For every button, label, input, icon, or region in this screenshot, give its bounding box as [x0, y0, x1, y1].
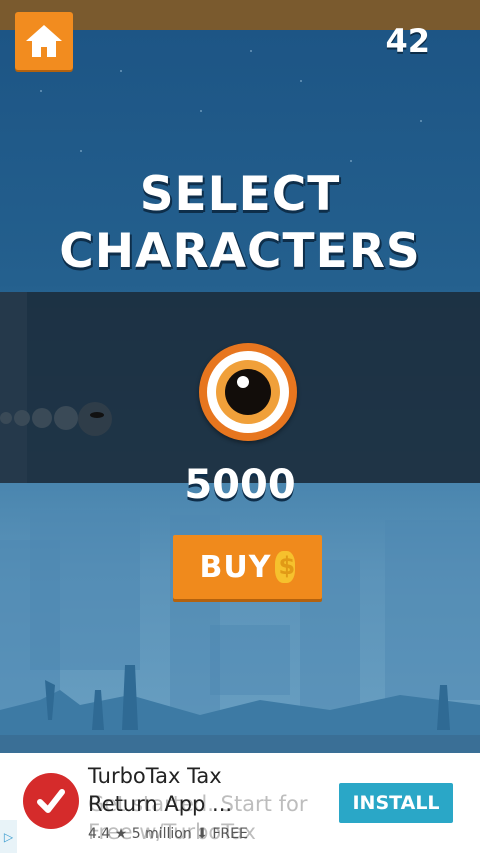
- title-line-1: SELECT: [139, 167, 341, 222]
- star-icon: ★: [114, 826, 128, 842]
- ad-rating: 4.4 ★ 5 million ⬇ FREE: [88, 826, 248, 842]
- coin-icon: [275, 551, 296, 583]
- ad-price: FREE: [212, 826, 248, 842]
- ad-rating-value: 4.4: [88, 826, 111, 842]
- ground: [0, 735, 480, 753]
- ad-choices-icon[interactable]: ▷: [0, 820, 17, 853]
- download-icon: ⬇: [196, 826, 208, 842]
- install-button[interactable]: INSTALL: [339, 783, 453, 823]
- buy-button[interactable]: BUY: [173, 535, 322, 599]
- character-price: 5000: [184, 462, 296, 508]
- ad-logo-checkmark-icon[interactable]: [23, 773, 79, 829]
- ad-installs: 5 million: [131, 826, 192, 842]
- score-counter: 42: [385, 22, 430, 60]
- ad-title[interactable]: TurboTax Tax Return App ...: [88, 762, 268, 818]
- page-title: SELECT CHARACTERS: [0, 166, 480, 280]
- character-eye-icon[interactable]: [199, 343, 297, 441]
- buy-label: BUY: [199, 549, 272, 585]
- home-button[interactable]: [15, 12, 73, 70]
- home-icon: [26, 25, 62, 57]
- title-line-2: CHARACTERS: [59, 224, 421, 279]
- panel-edge: [0, 292, 27, 483]
- character-trail: [0, 400, 120, 436]
